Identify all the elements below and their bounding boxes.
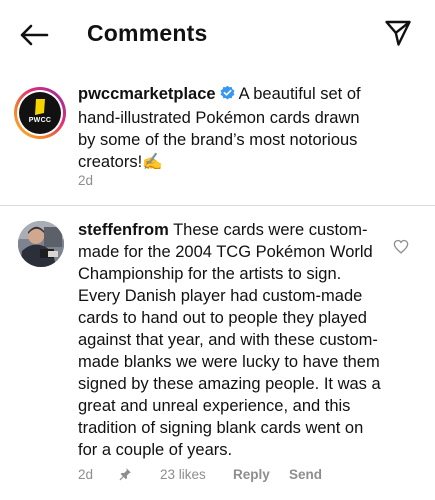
paper-plane-icon: [385, 20, 411, 46]
avatar[interactable]: [18, 221, 64, 267]
post-caption: PWCC pwccmarketplace A beautiful set of h…: [0, 80, 435, 202]
pwcc-logo-mark-icon: [35, 99, 45, 115]
comment-timestamp: 2d: [78, 467, 94, 482]
caption-timestamp: 2d: [78, 173, 94, 188]
like-button[interactable]: [391, 236, 411, 256]
header-bar: Comments: [0, 0, 435, 70]
share-button[interactable]: [381, 16, 415, 50]
pwcc-logo: PWCC: [19, 92, 61, 134]
avatar-label: PWCC: [28, 117, 52, 124]
send-button[interactable]: Send: [289, 466, 322, 484]
pin-icon: [118, 467, 132, 486]
arrow-left-icon: [20, 24, 49, 46]
avatar[interactable]: PWCC: [14, 87, 66, 139]
reply-button[interactable]: Reply: [233, 466, 270, 484]
likes-count[interactable]: 23 likes: [160, 466, 206, 484]
comment-item: steffenfrom These cards were custom-made…: [0, 210, 435, 500]
comment-username[interactable]: steffenfrom: [78, 221, 169, 239]
comment-meta: 2d 23 likes Reply Send: [78, 466, 418, 484]
heart-icon: [393, 239, 409, 254]
back-button[interactable]: [14, 18, 54, 52]
caption-body: pwccmarketplace A beautiful set of hand-i…: [78, 83, 378, 173]
page-title: Comments: [87, 20, 208, 46]
comment-text: These cards were custom-made for the 200…: [78, 221, 381, 459]
divider: [0, 205, 435, 206]
comment-body: steffenfrom These cards were custom-made…: [78, 219, 384, 461]
caption-username[interactable]: pwccmarketplace: [78, 85, 216, 103]
user-photo-icon: [18, 221, 64, 267]
verified-badge-icon: [219, 84, 236, 107]
